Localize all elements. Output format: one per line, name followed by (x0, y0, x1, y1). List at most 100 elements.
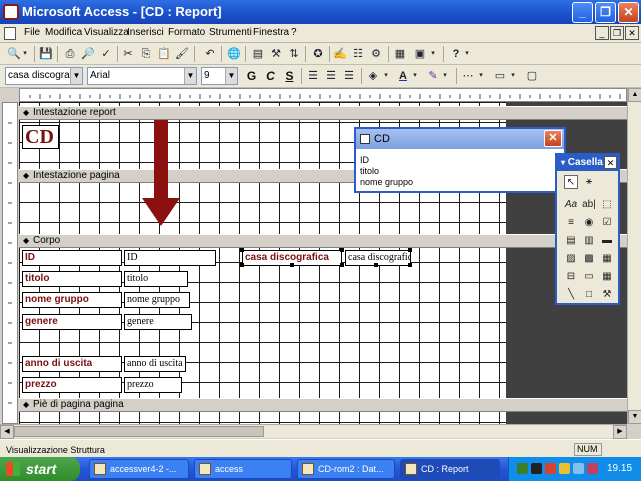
field-list-icon[interactable]: ▤ (250, 46, 266, 62)
taskbar-item[interactable]: accessver4-2 -... (89, 459, 189, 479)
section-detail[interactable]: Corpo (19, 234, 627, 248)
field-box-casa-discografica[interactable]: casa discografica (345, 250, 411, 266)
field-label-anno-di-uscita[interactable]: anno di uscita (22, 356, 122, 372)
tray-icon[interactable] (559, 463, 570, 474)
field-label-prezzo[interactable]: prezzo (22, 377, 122, 393)
field-label-nome-gruppo[interactable]: nome gruppo (22, 292, 122, 308)
menu-file[interactable]: File (24, 27, 40, 38)
border-style-icon[interactable]: ▭ (492, 68, 508, 84)
resize-handle[interactable] (340, 263, 344, 267)
save-icon[interactable]: 💾 (38, 46, 54, 62)
italic-button[interactable]: C (262, 68, 279, 84)
size-combo[interactable]: 9 ▼ (201, 67, 238, 85)
field-list-close-button[interactable]: ✕ (544, 130, 562, 147)
vertical-scrollbar[interactable]: ▲ ▼ (627, 88, 641, 424)
field-list-title-bar[interactable]: CD (356, 129, 564, 149)
resize-handle[interactable] (408, 263, 412, 267)
subreport-icon[interactable]: ▦ (600, 270, 614, 284)
mdi-restore-button[interactable]: ❐ (610, 26, 624, 40)
field-box-id[interactable]: ID (124, 250, 216, 266)
menu-formato[interactable]: Formato (168, 27, 205, 38)
toggle-button-icon[interactable]: ≡ (564, 216, 578, 230)
properties-icon[interactable]: ☷ (350, 46, 366, 62)
horizontal-scrollbar[interactable]: ◀ ▶ (0, 424, 627, 439)
resize-handle[interactable] (340, 248, 344, 252)
paste-icon[interactable]: 📋 (156, 46, 172, 62)
menu-finestra[interactable]: Finestra (253, 27, 289, 38)
taskbar-item[interactable]: access (194, 459, 292, 479)
section-page-footer[interactable]: Piè di pagina pagina (19, 398, 627, 412)
mdi-minimize-button[interactable]: _ (595, 26, 609, 40)
resize-handle[interactable] (374, 263, 378, 267)
close-button[interactable]: ✕ (618, 2, 639, 23)
textbox-tool-icon[interactable]: ab| (582, 198, 596, 212)
align-right-icon[interactable]: ☰ (341, 68, 357, 84)
field-list-item[interactable]: titolo (360, 166, 379, 176)
scroll-left-icon[interactable]: ◀ (0, 425, 14, 439)
maximize-button[interactable]: ❐ (595, 2, 616, 23)
scroll-thumb[interactable] (14, 426, 264, 437)
new-object-icon[interactable]: ▣ (412, 46, 428, 62)
sorting-grouping-icon[interactable]: ⇅ (286, 46, 302, 62)
resize-handle[interactable] (240, 263, 244, 267)
tray-icon[interactable] (545, 463, 556, 474)
chevron-down-icon[interactable]: ▾ (561, 158, 565, 167)
chevron-down-icon[interactable]: ▾ (476, 68, 486, 84)
tray-icon[interactable] (517, 463, 528, 474)
line-color-icon[interactable]: ✎ (425, 68, 441, 84)
resize-handle[interactable] (240, 248, 244, 252)
chevron-down-icon[interactable]: ▼ (184, 68, 196, 84)
checkbox-icon[interactable]: ☑ (600, 216, 614, 230)
align-center-icon[interactable]: ☰ (323, 68, 339, 84)
more-controls-icon[interactable]: ⚒ (600, 288, 614, 302)
taskbar-item[interactable]: CD-rom2 : Dat... (297, 459, 395, 479)
command-button-icon[interactable]: ▬ (600, 234, 614, 248)
chevron-down-icon[interactable]: ▾ (410, 68, 420, 84)
list-box-icon[interactable]: ▥ (582, 234, 596, 248)
option-group-icon[interactable]: ⬚ (600, 198, 614, 212)
spelling-icon[interactable]: ✓ (98, 46, 114, 62)
minimize-button[interactable]: _ (572, 2, 593, 23)
web-icon[interactable]: 🌐 (226, 46, 242, 62)
field-list-item[interactable]: ID (360, 155, 369, 165)
underline-button[interactable]: S (281, 68, 298, 84)
section-report-header[interactable]: Intestazione report (19, 106, 627, 120)
start-button[interactable]: start (0, 457, 80, 481)
resize-handle[interactable] (408, 248, 412, 252)
field-list-item[interactable]: nome gruppo (360, 177, 413, 187)
chevron-down-icon[interactable]: ▾ (462, 46, 472, 62)
report-title-label[interactable]: CD (22, 125, 59, 149)
taskbar-item-active[interactable]: CD : Report (400, 459, 500, 479)
chevron-down-icon[interactable]: ▾ (20, 46, 30, 62)
special-effect-icon[interactable]: ▢ (524, 68, 540, 84)
label-tool-icon[interactable]: Aa (564, 198, 578, 212)
mdi-close-button[interactable]: ✕ (625, 26, 639, 40)
combo-box-icon[interactable]: ▤ (564, 234, 578, 248)
page-break-icon[interactable]: ⊟ (564, 270, 578, 284)
resize-handle[interactable] (290, 263, 294, 267)
menu-modifica[interactable]: Modifica (45, 27, 82, 38)
font-combo[interactable]: Arial ▼ (87, 67, 197, 85)
scroll-down-icon[interactable]: ▼ (628, 410, 641, 424)
fill-color-icon[interactable]: ◈ (365, 68, 381, 84)
object-combo[interactable]: casa discografic ▼ (5, 67, 83, 85)
align-left-icon[interactable]: ☰ (305, 68, 321, 84)
autoformat-icon[interactable]: ✪ (310, 46, 326, 62)
format-painter-icon[interactable]: 🖌 (174, 46, 190, 62)
scroll-right-icon[interactable]: ▶ (613, 425, 627, 439)
field-box-nome-gruppo[interactable]: nome gruppo (124, 292, 190, 308)
rectangle-tool-icon[interactable]: □ (582, 288, 596, 302)
menu-inserisci[interactable]: Inserisci (127, 27, 164, 38)
chevron-down-icon[interactable]: ▾ (381, 68, 391, 84)
tray-icon[interactable] (587, 463, 598, 474)
chevron-down-icon[interactable]: ▼ (70, 68, 82, 84)
select-objects-icon[interactable]: ↖ (564, 175, 578, 189)
toolbox-window[interactable]: ▾ Casella ✕ ↖ ⚹ Aa ab| ⬚ ≡ ◉ ☑ ▤ ▥ ▬ ▨ ▩… (555, 153, 620, 305)
unbound-object-icon[interactable]: ▩ (582, 252, 596, 266)
font-color-icon[interactable]: A (395, 68, 411, 84)
menu-help[interactable]: ? (291, 27, 297, 38)
line-tool-icon[interactable]: ╲ (564, 288, 578, 302)
copy-icon[interactable]: ⎘ (138, 46, 154, 62)
image-icon[interactable]: ▨ (564, 252, 578, 266)
bound-object-icon[interactable]: ▦ (600, 252, 614, 266)
